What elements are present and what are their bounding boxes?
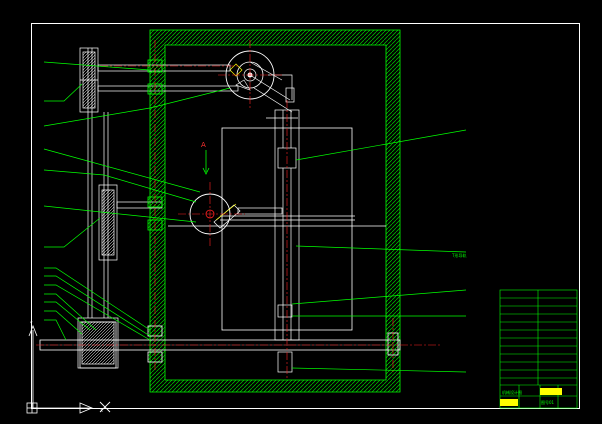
- left-pulley-stack: [77, 47, 119, 369]
- top-drive-wheel: [225, 50, 293, 113]
- horizontal-rails: [168, 215, 386, 227]
- ucs-x-marker: [99, 401, 111, 413]
- title-block-name: 机械设计图: [502, 389, 522, 395]
- ucs-y-label: Y: [29, 321, 33, 326]
- cad-model-viewport[interactable]: A T形导轨 机械设计图 图号01 Y: [0, 0, 602, 424]
- leader-lines-right: [291, 129, 467, 373]
- title-block-number: 图号01: [541, 399, 555, 405]
- callout-label: T形导轨: [451, 252, 466, 258]
- top-bracket: [266, 74, 298, 119]
- view-label: A: [201, 141, 206, 149]
- leader-lines-left: [43, 61, 231, 341]
- view-arrow: [202, 150, 210, 175]
